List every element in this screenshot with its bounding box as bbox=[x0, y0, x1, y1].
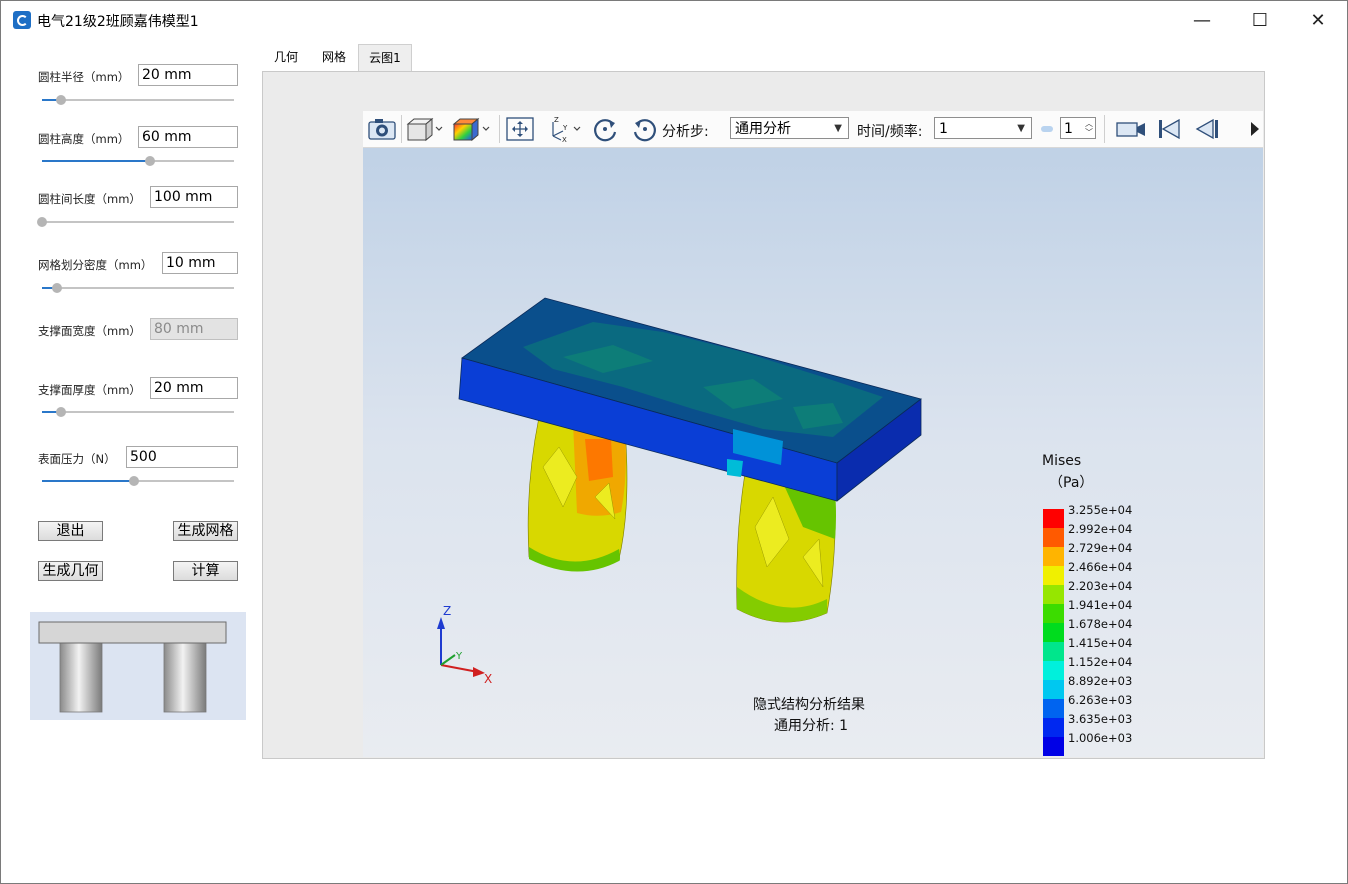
previous-frame-icon[interactable] bbox=[1193, 116, 1221, 142]
legend-label: 1.415e+04 bbox=[1068, 636, 1133, 650]
legend-swatch bbox=[1043, 737, 1064, 756]
svg-text:X: X bbox=[562, 136, 567, 142]
support-width-input: 80 mm bbox=[150, 318, 238, 340]
tab-mesh[interactable]: 网格 bbox=[311, 44, 357, 71]
result-step: 通用分析: 1 bbox=[774, 718, 849, 734]
legend-swatch bbox=[1043, 509, 1064, 528]
legend-swatch bbox=[1043, 585, 1064, 604]
legend-swatch bbox=[1043, 699, 1064, 718]
height-slider[interactable] bbox=[42, 155, 234, 167]
play-icon[interactable] bbox=[1247, 116, 1263, 142]
legend-label: 6.263e+03 bbox=[1068, 693, 1133, 707]
rotate-ccw-icon[interactable] bbox=[629, 116, 659, 142]
chevron-down-icon: ▼ bbox=[1017, 123, 1025, 134]
legend-label: 2.729e+04 bbox=[1068, 541, 1133, 555]
tab-geometry[interactable]: 几何 bbox=[263, 44, 309, 71]
frame-spinbox[interactable]: 1 ︿ ﹀ bbox=[1060, 117, 1096, 139]
generate-geometry-button[interactable]: 生成几何 bbox=[38, 561, 103, 581]
legend-label: 1.678e+04 bbox=[1068, 617, 1133, 631]
spin-arrows-icon: ︿ ﹀ bbox=[1085, 119, 1093, 137]
radius-slider[interactable] bbox=[42, 94, 234, 106]
legend-label: 2.203e+04 bbox=[1068, 579, 1133, 593]
app-logo-icon bbox=[13, 11, 31, 29]
svg-text:Z: Z bbox=[554, 116, 559, 124]
frame-slider-icon[interactable] bbox=[1039, 116, 1057, 142]
param-label-support-thickness: 支撑面厚度（mm） bbox=[38, 383, 141, 397]
svg-text:Y: Y bbox=[562, 124, 568, 132]
legend-label: 1.941e+04 bbox=[1068, 598, 1133, 612]
analysis-step-label: 分析步: bbox=[662, 124, 709, 140]
first-frame-icon[interactable] bbox=[1155, 116, 1183, 142]
param-label-radius: 圆柱半径（mm） bbox=[38, 70, 130, 84]
geometry-preview bbox=[30, 612, 246, 720]
legend-swatch bbox=[1043, 642, 1064, 661]
legend-label: 1.152e+04 bbox=[1068, 655, 1133, 669]
param-label-spacing: 圆柱间长度（mm） bbox=[38, 192, 141, 206]
compute-button[interactable]: 计算 bbox=[173, 561, 238, 581]
result-viewer[interactable]: Z Y X 分析步: 通用分析 ▼ 时间/频率: 1 ▼ 1 ︿ ﹀ Z Y X… bbox=[363, 111, 1263, 757]
support-thickness-slider[interactable] bbox=[42, 406, 234, 418]
radius-input[interactable]: 20 mm bbox=[138, 64, 238, 86]
legend-swatch bbox=[1043, 661, 1064, 680]
legend-label: 2.466e+04 bbox=[1068, 560, 1133, 574]
maximize-button[interactable]: ☐ bbox=[1231, 1, 1289, 39]
time-frequency-select[interactable]: 1 ▼ bbox=[934, 117, 1032, 139]
legend-label: 3.255e+04 bbox=[1068, 503, 1133, 517]
param-label-height: 圆柱高度（mm） bbox=[38, 132, 130, 146]
minimize-button[interactable]: — bbox=[1173, 1, 1231, 39]
param-label-support-width: 支撑面宽度（mm） bbox=[38, 324, 141, 338]
result-caption: 隐式结构分析结果 bbox=[753, 697, 865, 713]
pressure-input[interactable]: 500 bbox=[126, 446, 238, 468]
axis-orientation-icon[interactable]: Z Y X bbox=[545, 116, 585, 142]
axis-triad: Z Y X bbox=[437, 604, 492, 686]
axis-y-label: Y bbox=[455, 651, 463, 662]
viewer-toolbar: Z Y X 分析步: 通用分析 ▼ 时间/频率: 1 ▼ 1 ︿ ﹀ bbox=[363, 111, 1263, 148]
legend-label: 2.992e+04 bbox=[1068, 522, 1133, 536]
legend-unit: （Pa） bbox=[1049, 475, 1094, 491]
rotate-cw-icon[interactable] bbox=[591, 116, 621, 142]
legend-swatch bbox=[1043, 623, 1064, 642]
video-camera-icon[interactable] bbox=[1115, 116, 1147, 142]
spacing-slider[interactable] bbox=[37, 216, 234, 228]
analysis-step-select[interactable]: 通用分析 ▼ bbox=[730, 117, 849, 139]
time-frequency-value: 1 bbox=[939, 121, 948, 137]
generate-mesh-button[interactable]: 生成网格 bbox=[173, 521, 238, 541]
param-label-pressure: 表面压力（N） bbox=[38, 452, 116, 466]
fit-view-icon[interactable] bbox=[505, 116, 535, 142]
camera-icon[interactable] bbox=[367, 116, 397, 142]
frame-value: 1 bbox=[1064, 121, 1073, 137]
legend-label: 3.635e+03 bbox=[1068, 712, 1133, 726]
legend-swatch bbox=[1043, 680, 1064, 699]
time-frequency-label: 时间/频率: bbox=[857, 124, 923, 140]
legend-swatch bbox=[1043, 528, 1064, 547]
legend-title: Mises bbox=[1042, 453, 1082, 469]
app-window: 电气21级2班顾嘉伟模型1 — ☐ ✕ 圆柱半径（mm） 20 mm 圆柱高度（… bbox=[0, 0, 1348, 884]
axis-z-label: Z bbox=[443, 604, 451, 618]
axis-x-label: X bbox=[484, 672, 492, 686]
title-bar: 电气21级2班顾嘉伟模型1 — ☐ ✕ bbox=[1, 1, 1347, 39]
legend-label: 1.006e+03 bbox=[1068, 731, 1133, 745]
param-label-mesh-density: 网格划分密度（mm） bbox=[38, 258, 153, 272]
legend-swatch bbox=[1043, 547, 1064, 566]
view-cube-icon[interactable] bbox=[405, 116, 445, 142]
window-title: 电气21级2班顾嘉伟模型1 bbox=[37, 14, 199, 30]
height-input[interactable]: 60 mm bbox=[138, 126, 238, 148]
analysis-step-value: 通用分析 bbox=[735, 121, 791, 137]
mesh-density-slider[interactable] bbox=[42, 282, 234, 294]
chevron-down-icon: ▼ bbox=[834, 123, 842, 134]
exit-button[interactable]: 退出 bbox=[38, 521, 103, 541]
contour-style-icon[interactable] bbox=[451, 116, 493, 142]
support-thickness-input[interactable]: 20 mm bbox=[150, 377, 238, 399]
pressure-slider[interactable] bbox=[42, 475, 234, 487]
legend-swatch bbox=[1043, 566, 1064, 585]
legend-swatch bbox=[1043, 718, 1064, 737]
legend-swatch bbox=[1043, 604, 1064, 623]
spacing-input[interactable]: 100 mm bbox=[150, 186, 238, 208]
close-button[interactable]: ✕ bbox=[1289, 1, 1347, 39]
mesh-density-input[interactable]: 10 mm bbox=[162, 252, 238, 274]
tab-contour[interactable]: 云图1 bbox=[358, 44, 412, 71]
legend-label: 8.892e+03 bbox=[1068, 674, 1133, 688]
